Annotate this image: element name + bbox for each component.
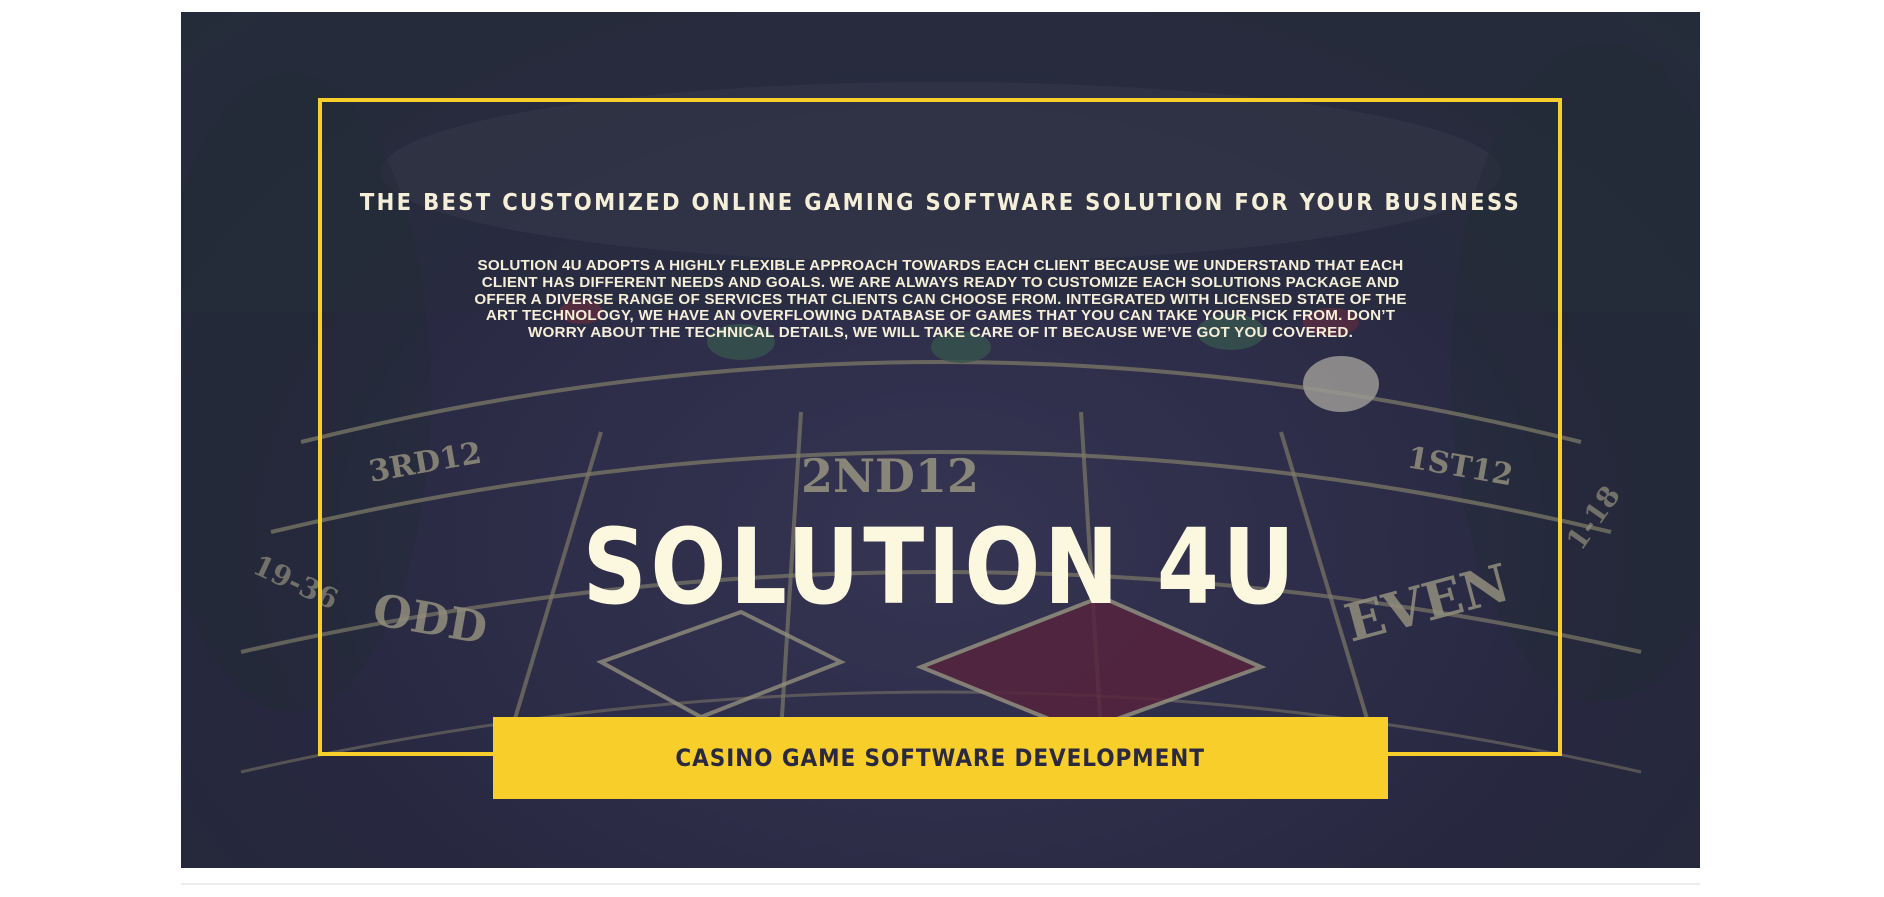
description-line: CLIENT HAS DIFFERENT NEEDS AND GOALS. WE… (481, 273, 1400, 291)
service-banner-label: CASINO GAME SOFTWARE DEVELOPMENT (675, 744, 1206, 772)
description-line: SOLUTION 4U ADOPTS A HIGHLY FLEXIBLE APP… (477, 257, 1404, 274)
hero-description: SOLUTION 4U ADOPTS A HIGHLY FLEXIBLE APP… (439, 257, 1442, 342)
hero-headline: THE BEST CUSTOMIZED ONLINE GAMING SOFTWA… (359, 190, 1522, 216)
section-divider (181, 883, 1700, 885)
description-line: WORRY ABOUT THE TECHNICAL DETAILS, WE WI… (527, 324, 1353, 342)
brand-title: SOLUTION 4U (582, 506, 1299, 628)
description-line: ART TECHNOLOGY, WE HAVE AN OVERFLOWING D… (485, 307, 1396, 325)
description-line: OFFER A DIVERSE RANGE OF SERVICES THAT C… (474, 290, 1407, 308)
page: 3RD12 2ND12 1ST12 ODD EVEN 19-36 1-18 TH… (0, 0, 1884, 897)
service-banner[interactable]: CASINO GAME SOFTWARE DEVELOPMENT (493, 717, 1388, 799)
hero-banner: 3RD12 2ND12 1ST12 ODD EVEN 19-36 1-18 TH… (181, 12, 1700, 868)
